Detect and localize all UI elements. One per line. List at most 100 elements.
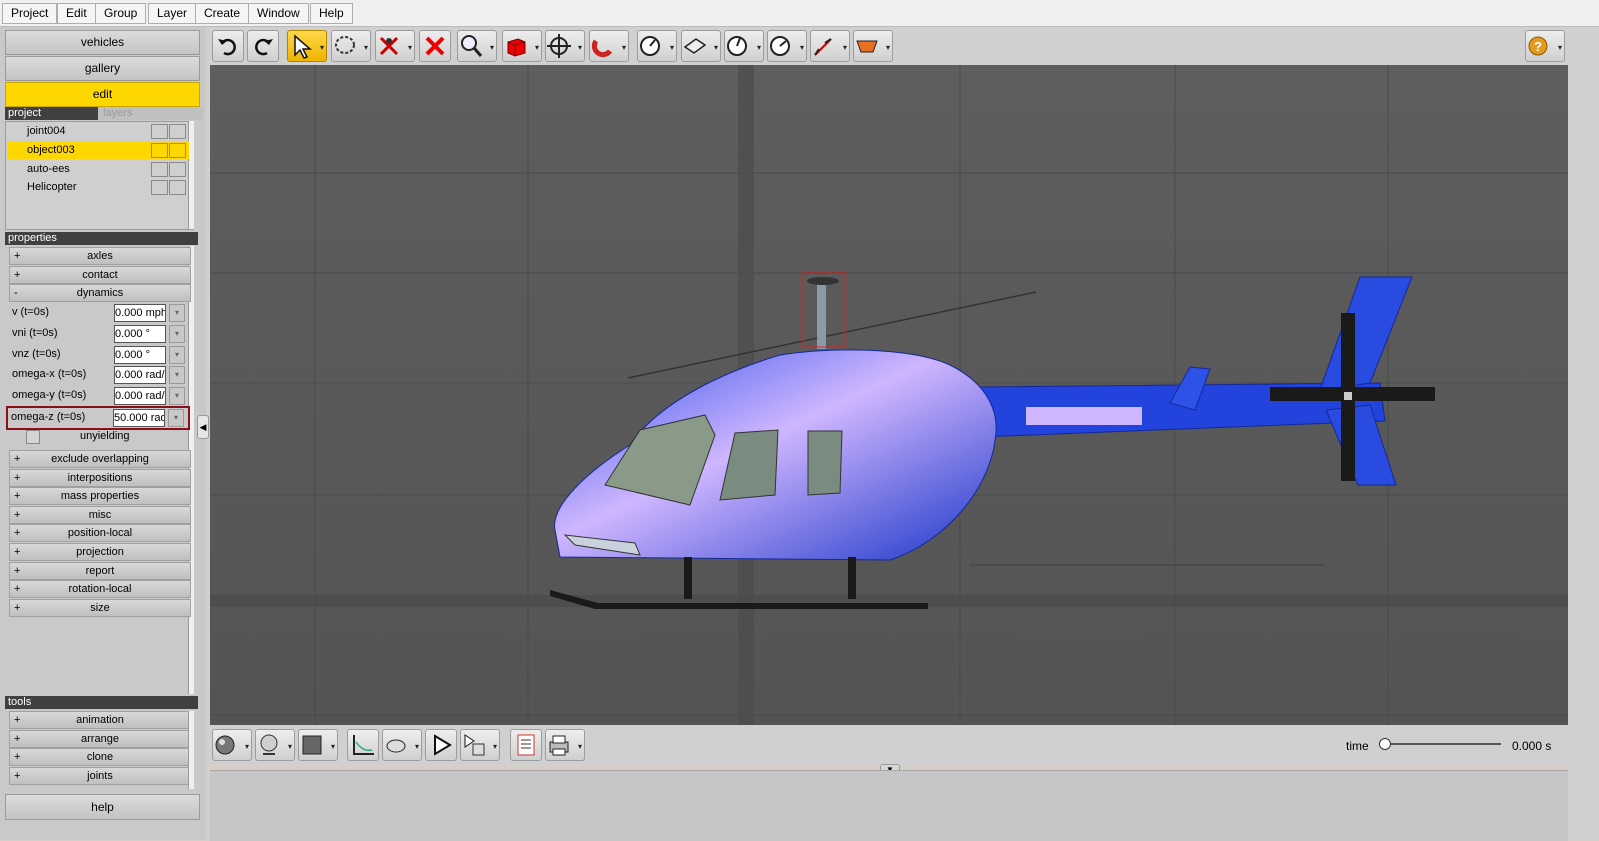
field-omega-x-input[interactable]: 0.000 rad/s bbox=[114, 366, 166, 384]
redo-button[interactable] bbox=[247, 30, 279, 62]
menu-group[interactable]: Group bbox=[95, 3, 147, 24]
tree-item-helicopter[interactable]: Helicopter bbox=[7, 178, 189, 196]
tool-joints[interactable]: + joints bbox=[9, 767, 191, 785]
graph-button[interactable] bbox=[347, 729, 379, 761]
collapse-panel-icon[interactable]: ◀ bbox=[197, 415, 209, 439]
undo-button[interactable] bbox=[212, 30, 244, 62]
tools-scrollbar[interactable] bbox=[188, 711, 194, 789]
head-icon bbox=[260, 734, 278, 755]
prop-group-contact[interactable]: + contact bbox=[9, 266, 191, 284]
tool-animation[interactable]: + animation bbox=[9, 711, 191, 729]
play-button[interactable] bbox=[425, 729, 457, 761]
field-vnz-input[interactable]: 0.000 ° bbox=[114, 346, 166, 364]
select-tool-button[interactable]: ▾ bbox=[287, 30, 327, 62]
field-omega-z-input[interactable]: 50.000 rad/s bbox=[113, 409, 165, 427]
field-vni-input[interactable]: 0.000 ° bbox=[114, 325, 166, 343]
chevron-down-icon[interactable]: ▾ bbox=[169, 304, 185, 322]
graph-icon bbox=[353, 735, 374, 755]
gauge-icon bbox=[640, 36, 660, 56]
prop-group-exclude-overlapping[interactable]: + exclude overlapping bbox=[9, 450, 191, 468]
field-v-input[interactable]: 0.000 mph bbox=[114, 304, 166, 322]
prop-group-rotation-local[interactable]: + rotation-local bbox=[9, 580, 191, 598]
print-button[interactable]: ▾ bbox=[545, 729, 585, 761]
chevron-down-icon[interactable]: ▾ bbox=[169, 346, 185, 364]
plane-tool-button[interactable]: ▾ bbox=[681, 30, 721, 62]
plane-tool-icon bbox=[683, 38, 707, 54]
menu-project[interactable]: Project bbox=[2, 3, 58, 24]
tab-project[interactable]: project bbox=[8, 107, 41, 120]
tool-clone[interactable]: + clone bbox=[9, 748, 191, 766]
move-tool-button[interactable]: ▾ bbox=[545, 30, 585, 62]
report-button[interactable] bbox=[510, 729, 542, 761]
zoom-icon bbox=[461, 35, 483, 57]
prop-group-report[interactable]: + report bbox=[9, 562, 191, 580]
transform-tool-button[interactable]: ▾ bbox=[375, 30, 415, 62]
report-icon bbox=[517, 734, 535, 756]
time-slider-thumb[interactable] bbox=[1379, 738, 1391, 750]
field-omega-y: omega-y (t=0s) 0.000 rad/s ▾ bbox=[9, 386, 189, 406]
chevron-down-icon[interactable]: ▾ bbox=[169, 366, 185, 384]
field-omega-z: omega-z (t=0s)50.000 rad/s▾ bbox=[6, 406, 190, 430]
time-label: time bbox=[1346, 739, 1369, 753]
undo-icon bbox=[218, 38, 236, 56]
sphere-view-button[interactable]: ▾ bbox=[212, 729, 252, 761]
menu-layer[interactable]: Layer bbox=[148, 3, 197, 24]
help-button[interactable]: help bbox=[5, 794, 200, 820]
tree-item-object003[interactable]: object003 bbox=[7, 141, 189, 159]
prop-group-projection[interactable]: + projection bbox=[9, 543, 191, 561]
project-tabs: project layers bbox=[5, 107, 203, 120]
menu-help[interactable]: Help bbox=[310, 3, 353, 24]
menu-create[interactable]: Create bbox=[195, 3, 250, 24]
tree-item-auto-ees[interactable]: auto-ees bbox=[7, 160, 189, 178]
field-v: v (t=0s) 0.000 mph ▾ bbox=[9, 303, 189, 323]
prop-group-interpositions[interactable]: + interpositions bbox=[9, 469, 191, 487]
field-omega-y-input[interactable]: 0.000 rad/s bbox=[114, 387, 166, 405]
zoom-tool-button[interactable]: ▾ bbox=[457, 30, 497, 62]
tree-item-joint004[interactable]: joint004 bbox=[7, 122, 189, 140]
record-button[interactable]: ▾ bbox=[460, 729, 500, 761]
head-view-button[interactable]: ▾ bbox=[255, 729, 295, 761]
dial-tool-button-2[interactable]: ▾ bbox=[767, 30, 807, 62]
chevron-down-icon[interactable]: ▾ bbox=[169, 387, 185, 405]
bottom-panel bbox=[210, 770, 1568, 841]
measure-tool-button[interactable]: ▾ bbox=[810, 30, 850, 62]
redo-icon bbox=[255, 38, 273, 56]
field-vnz: vnz (t=0s) 0.000 ° ▾ bbox=[9, 345, 189, 365]
time-value: 0.000 s bbox=[1512, 739, 1552, 753]
cube-tool-button[interactable]: ▾ bbox=[502, 30, 542, 62]
vehicles-button[interactable]: vehicles bbox=[5, 30, 200, 55]
chevron-down-icon[interactable]: ▾ bbox=[169, 325, 185, 343]
vehicle-tool-button[interactable]: ▾ bbox=[853, 30, 893, 62]
prop-group-axles[interactable]: + axles bbox=[9, 247, 191, 265]
help-menu-button[interactable]: ? ▾ bbox=[1525, 30, 1565, 62]
camera-button[interactable]: ▾ bbox=[382, 729, 422, 761]
play-icon bbox=[434, 734, 452, 756]
edit-button[interactable]: edit bbox=[5, 82, 200, 107]
prop-group-position-local[interactable]: + position-local bbox=[9, 524, 191, 542]
unyielding-checkbox[interactable] bbox=[26, 430, 40, 444]
record-icon bbox=[464, 734, 485, 756]
main-toolbar: ▾ ▾ ▾ ▾ ▾ ▾ ▾ ▾ ▾ ▾ ▾ ▾ ▾ ? ▾ bbox=[207, 27, 1599, 65]
lasso-tool-button[interactable]: ▾ bbox=[331, 30, 371, 62]
magnet-tool-button[interactable]: ▾ bbox=[589, 30, 629, 62]
dial-icon bbox=[770, 36, 790, 56]
prop-group-size[interactable]: + size bbox=[9, 599, 191, 617]
menu-edit[interactable]: Edit bbox=[57, 3, 96, 24]
camera-icon bbox=[386, 739, 406, 753]
color-swatch-button[interactable]: ▾ bbox=[298, 729, 338, 761]
prop-group-mass-properties[interactable]: + mass properties bbox=[9, 487, 191, 505]
prop-group-misc[interactable]: + misc bbox=[9, 506, 191, 524]
tool-arrange[interactable]: + arrange bbox=[9, 730, 191, 748]
color-swatch-icon bbox=[302, 735, 322, 755]
gallery-button[interactable]: gallery bbox=[5, 56, 200, 81]
field-omega-x: omega-x (t=0s) 0.000 rad/s ▾ bbox=[9, 365, 189, 385]
time-slider[interactable] bbox=[1385, 743, 1501, 745]
chevron-down-icon[interactable]: ▾ bbox=[168, 409, 184, 427]
gauge-tool-button[interactable]: ▾ bbox=[637, 30, 677, 62]
menu-window[interactable]: Window bbox=[248, 3, 309, 24]
dial-tool-button[interactable]: ▾ bbox=[724, 30, 764, 62]
3d-viewport[interactable] bbox=[210, 65, 1568, 725]
delete-button[interactable] bbox=[419, 30, 451, 62]
prop-group-dynamics[interactable]: - dynamics bbox=[9, 284, 191, 302]
tab-layers[interactable]: layers bbox=[98, 107, 203, 120]
